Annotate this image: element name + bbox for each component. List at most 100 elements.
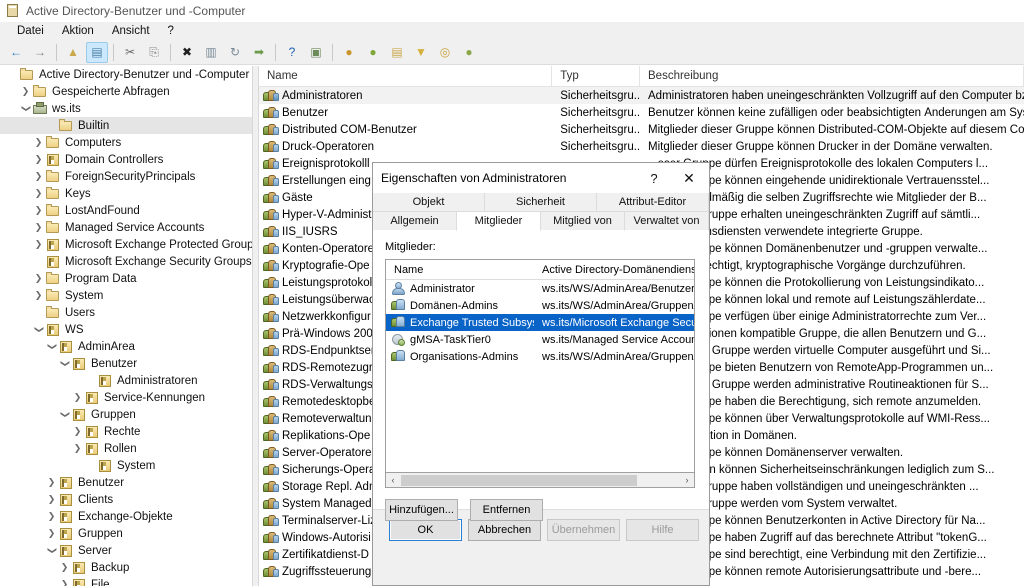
tree-item-exchange-objekte[interactable]: ❯ Exchange-Objekte (0, 508, 252, 525)
scroll-left-arrow-icon[interactable]: ‹ (386, 475, 400, 485)
tree-expander-closed[interactable]: ❯ (45, 525, 58, 542)
tree-expander-open[interactable]: ❯ (45, 542, 58, 559)
tree-item-server[interactable]: ❯ Server (0, 542, 252, 559)
tree-expander-closed[interactable]: ❯ (32, 287, 45, 304)
paste-icon[interactable]: ⎘ (143, 42, 165, 63)
tree-item-microsoft-exchange-protected-groups[interactable]: ❯ Microsoft Exchange Protected Groups (0, 236, 252, 253)
tree-item-domain-controllers[interactable]: ❯ Domain Controllers (0, 151, 252, 168)
console-tree[interactable]: Active Directory-Benutzer und -Computer … (0, 66, 252, 586)
help-button[interactable]: Hilfe (626, 519, 699, 541)
members-column-header-0[interactable]: Name (386, 260, 534, 279)
tree-item-program-data[interactable]: ❯ Program Data (0, 270, 252, 287)
filter-icon[interactable]: ▼ (410, 42, 432, 63)
tree-expander-closed[interactable]: ❯ (32, 219, 45, 236)
tree-item-administratoren[interactable]: Administratoren (0, 372, 252, 389)
tree-expander-closed[interactable]: ❯ (45, 474, 58, 491)
tree-item-managed-service-accounts[interactable]: ❯ Managed Service Accounts (0, 219, 252, 236)
cancel-button[interactable]: Abbrechen (468, 519, 541, 541)
add-member-button[interactable]: Hinzufügen... (385, 499, 458, 521)
tab-attribut-editor[interactable]: Attribut-Editor (597, 193, 709, 212)
member-row[interactable]: gMSA-TaskTier0 ws.its/Managed Service Acc… (386, 331, 694, 348)
tree-item-builtin[interactable]: Builtin (0, 117, 252, 134)
member-row[interactable]: Organisations-Admins ws.its/WS/AdminArea/… (386, 348, 694, 365)
ok-button[interactable]: OK (389, 519, 462, 541)
tree-expander-closed[interactable]: ❯ (71, 423, 84, 440)
tree-expander-closed[interactable]: ❯ (58, 576, 71, 586)
column-header-beschreibung[interactable]: Beschreibung (640, 66, 1024, 86)
tree-expander-closed[interactable]: ❯ (32, 185, 45, 202)
scroll-right-arrow-icon[interactable]: › (680, 475, 694, 485)
dialog-help-button[interactable]: ? (639, 164, 669, 192)
tree-item-ws[interactable]: ❯ WS (0, 321, 252, 338)
scrollbar-track[interactable] (400, 473, 680, 487)
tree-item-adminarea[interactable]: ❯ AdminArea (0, 338, 252, 355)
tab-verwaltet-von[interactable]: Verwaltet von (625, 212, 709, 231)
menu-item-ansicht[interactable]: Ansicht (103, 24, 159, 38)
up-folder-icon[interactable]: ▲ (62, 42, 84, 63)
delegate-control-icon[interactable]: ● (458, 42, 480, 63)
new-user-icon[interactable]: ● (338, 42, 360, 63)
table-row[interactable]: Druck-Operatoren Sicherheitsgru... Mitglie… (259, 138, 1024, 155)
tree-item-benutzer[interactable]: ❯ Benutzer (0, 474, 252, 491)
tree-expander-closed[interactable]: ❯ (32, 270, 45, 287)
tree-item-file[interactable]: ❯ File (0, 576, 252, 586)
tree-expander-closed[interactable]: ❯ (71, 440, 84, 457)
tab-sicherheit[interactable]: Sicherheit (485, 193, 597, 212)
tree-item-system[interactable]: System (0, 457, 252, 474)
tree-item-computers[interactable]: ❯ Computers (0, 134, 252, 151)
tree-item-benutzer[interactable]: ❯ Benutzer (0, 355, 252, 372)
tree-item-service-kennungen[interactable]: ❯ Service-Kennungen (0, 389, 252, 406)
tree-item-clients[interactable]: ❯ Clients (0, 491, 252, 508)
find-icon[interactable]: ◎ (434, 42, 456, 63)
tree-expander-closed[interactable]: ❯ (45, 508, 58, 525)
properties-icon[interactable]: ▥ (200, 42, 222, 63)
tree-expander-closed[interactable]: ❯ (45, 491, 58, 508)
export-list-icon[interactable]: ➡ (248, 42, 270, 63)
delete-icon[interactable]: ✖ (176, 42, 198, 63)
back-arrow-icon[interactable]: ← (5, 42, 27, 63)
tree-expander-open[interactable]: ❯ (19, 100, 32, 117)
members-column-header-1[interactable]: Active Directory-Domänendienste-Ordi (534, 260, 694, 279)
members-listbox[interactable]: NameActive Directory-Domänendienste-Ordi… (385, 259, 695, 473)
tree-expander-open[interactable]: ❯ (32, 321, 45, 338)
member-row[interactable]: Administrator ws.its/WS/AdminArea/Benutze… (386, 280, 694, 297)
tree-item-active-directory-benutzer-und-computer-ws-dc[interactable]: Active Directory-Benutzer und -Computer … (0, 66, 252, 83)
new-group-icon[interactable]: ● (362, 42, 384, 63)
tree-item-foreignsecurityprincipals[interactable]: ❯ ForeignSecurityPrincipals (0, 168, 252, 185)
forward-arrow-icon[interactable]: → (29, 42, 51, 63)
tree-item-rechte[interactable]: ❯ Rechte (0, 423, 252, 440)
tree-expander-closed[interactable]: ❯ (32, 134, 45, 151)
tree-item-lostandfound[interactable]: ❯ LostAndFound (0, 202, 252, 219)
tree-item-gruppen[interactable]: ❯ Gruppen (0, 406, 252, 423)
tree-expander-closed[interactable]: ❯ (19, 83, 32, 100)
remove-member-button[interactable]: Entfernen (470, 499, 543, 521)
help-icon[interactable]: ? (281, 42, 303, 63)
tab-allgemein[interactable]: Allgemein (373, 212, 457, 231)
scrollbar-thumb[interactable] (401, 474, 637, 486)
tree-item-rollen[interactable]: ❯ Rollen (0, 440, 252, 457)
tree-expander-closed[interactable]: ❯ (58, 559, 71, 576)
show-hide-tree-icon[interactable]: ▤ (86, 41, 108, 63)
tree-expander-open[interactable]: ❯ (45, 338, 58, 355)
tree-expander-open[interactable]: ❯ (58, 406, 71, 423)
menu-item-aktion[interactable]: Aktion (53, 24, 103, 38)
tab-mitglied-von[interactable]: Mitglied von (541, 212, 625, 231)
tree-expander-closed[interactable]: ❯ (32, 151, 45, 168)
table-row[interactable]: Benutzer Sicherheitsgru... Benutzer können… (259, 104, 1024, 121)
member-row[interactable]: Domänen-Admins ws.its/WS/AdminArea/Gruppe… (386, 297, 694, 314)
member-row[interactable]: Exchange Trusted Subsystem ws.its/Microso… (386, 314, 694, 331)
dialog-close-button[interactable]: ✕ (669, 164, 709, 192)
window-icon[interactable]: ▣ (305, 42, 327, 63)
members-horizontal-scrollbar[interactable]: ‹ › (385, 473, 695, 488)
tab-objekt[interactable]: Objekt (373, 193, 485, 212)
tree-item-keys[interactable]: ❯ Keys (0, 185, 252, 202)
menu-item-[interactable]: ? (159, 24, 183, 38)
tab-mitglieder[interactable]: Mitglieder (457, 212, 541, 231)
tree-item-ws-its[interactable]: ❯ ws.its (0, 100, 252, 117)
tree-expander-open[interactable]: ❯ (58, 355, 71, 372)
tree-expander-closed[interactable]: ❯ (71, 389, 84, 406)
cut-icon[interactable]: ✂ (119, 42, 141, 63)
tree-item-backup[interactable]: ❯ Backup (0, 559, 252, 576)
tree-expander-closed[interactable]: ❯ (32, 236, 45, 253)
column-header-typ[interactable]: Typ (552, 66, 641, 86)
